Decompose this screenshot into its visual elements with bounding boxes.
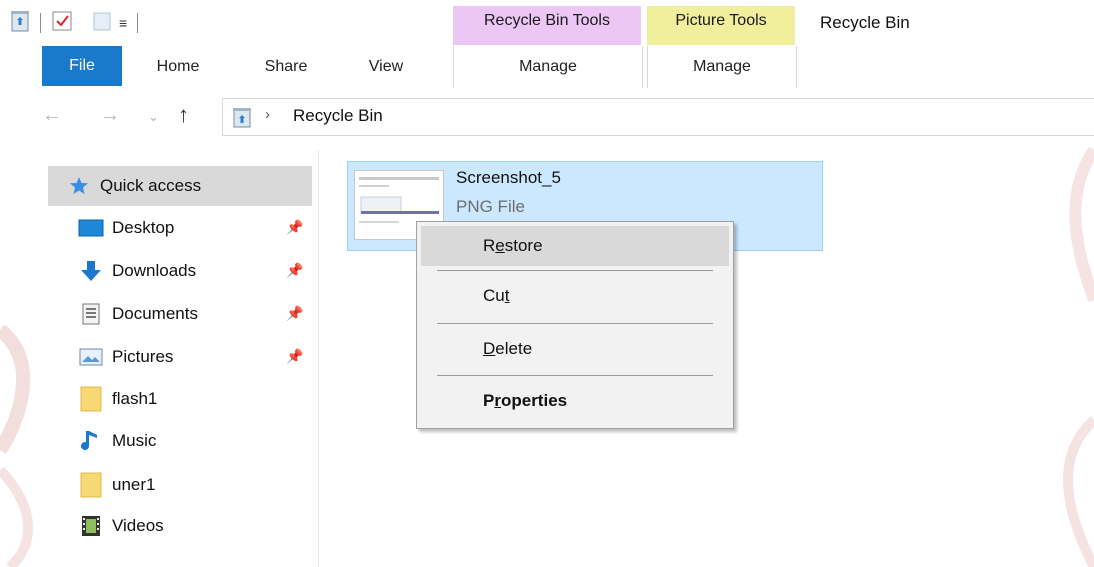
file-type: PNG File [456, 197, 525, 216]
menu-separator [437, 323, 713, 324]
pin-icon[interactable]: 📌 [286, 262, 303, 279]
sidebar-item-flash1[interactable]: flash1 [78, 379, 312, 419]
navigation-pane: Quick access Desktop 📌 Downloads 📌 Docum… [0, 150, 319, 567]
menu-item-restore[interactable]: Restore [421, 226, 729, 266]
address-bar-row: ← → ⌄ ↑ › Recycle Bin [0, 92, 1094, 142]
breadcrumb[interactable]: Recycle Bin [293, 106, 383, 126]
pin-icon[interactable]: 📌 [286, 348, 303, 365]
tab-view[interactable]: View [346, 46, 426, 88]
tab-share[interactable]: Share [246, 46, 326, 88]
sidebar-item-uner1[interactable]: uner1 [78, 465, 312, 505]
ribbon-tabs: File Home Share View Manage Manage [0, 46, 1094, 88]
menu-separator [437, 375, 713, 376]
sidebar-item-downloads[interactable]: Downloads 📌 [78, 251, 312, 291]
toolbar-separator [137, 13, 139, 33]
pin-icon[interactable]: 📌 [286, 305, 303, 322]
recycle-bin-icon[interactable] [10, 10, 30, 37]
breadcrumb-chevron-icon[interactable]: › [265, 106, 270, 123]
sidebar-item-label: Desktop [112, 218, 175, 237]
tab-manage-recycle-bin[interactable]: Manage [453, 46, 643, 88]
window-title: Recycle Bin [820, 13, 910, 32]
sidebar-item-videos[interactable]: Videos [78, 506, 312, 546]
video-icon [78, 514, 104, 538]
forward-arrow-icon[interactable]: → [100, 104, 120, 127]
toolbar-separator [40, 13, 41, 33]
folder-icon [78, 386, 104, 412]
customize-toolbar-chevron-icon[interactable]: ≡ [119, 15, 127, 31]
document-icon [78, 302, 104, 326]
picture-tools-context-tab: Picture Tools [647, 6, 795, 45]
recycle-bin-icon [231, 106, 253, 133]
back-arrow-icon[interactable]: ← [42, 104, 62, 127]
desktop-icon [78, 216, 104, 240]
sidebar-item-quick-access[interactable]: Quick access [48, 166, 312, 206]
download-arrow-icon [78, 259, 104, 283]
tab-manage-picture[interactable]: Manage [647, 46, 797, 88]
folder-icon [78, 472, 104, 498]
recent-locations-chevron-icon[interactable]: ⌄ [148, 109, 159, 125]
menu-item-properties[interactable]: Properties [421, 381, 729, 421]
sidebar-item-music[interactable]: Music [78, 421, 312, 461]
properties-checkmark-icon[interactable] [51, 10, 73, 37]
menu-item-cut[interactable]: Cut [421, 276, 729, 316]
title-bar: ≡ Recycle Bin Tools Picture Tools Recycl… [0, 0, 1094, 46]
sidebar-item-label: Downloads [112, 261, 197, 280]
context-menu: Restore Cut Delete Properties [416, 221, 734, 429]
address-bar[interactable]: › Recycle Bin [222, 98, 1094, 136]
tab-file[interactable]: File [42, 46, 122, 86]
sidebar-item-label: Videos [112, 516, 164, 535]
quick-access-toolbar: ≡ [10, 8, 142, 38]
star-icon [66, 174, 92, 198]
music-note-icon [78, 429, 104, 453]
file-name: Screenshot_5 [456, 168, 561, 187]
up-arrow-icon[interactable]: ↑ [178, 102, 189, 128]
new-folder-icon[interactable] [91, 10, 113, 37]
menu-separator [437, 270, 713, 271]
sidebar-item-label: Pictures [112, 347, 174, 366]
sidebar-item-documents[interactable]: Documents 📌 [78, 294, 312, 334]
pin-icon[interactable]: 📌 [286, 219, 303, 236]
sidebar-item-label: Music [112, 431, 157, 450]
sidebar-item-label: Documents [112, 304, 198, 323]
sidebar-item-desktop[interactable]: Desktop 📌 [78, 208, 312, 248]
sidebar-item-label: Quick access [100, 176, 202, 195]
pictures-icon [78, 345, 104, 369]
menu-item-delete[interactable]: Delete [421, 329, 729, 369]
sidebar-item-label: uner1 [112, 475, 156, 494]
recycle-bin-tools-context-tab: Recycle Bin Tools [453, 6, 641, 45]
sidebar-item-label: flash1 [112, 389, 158, 408]
tab-home[interactable]: Home [138, 46, 218, 88]
sidebar-item-pictures[interactable]: Pictures 📌 [78, 337, 312, 377]
